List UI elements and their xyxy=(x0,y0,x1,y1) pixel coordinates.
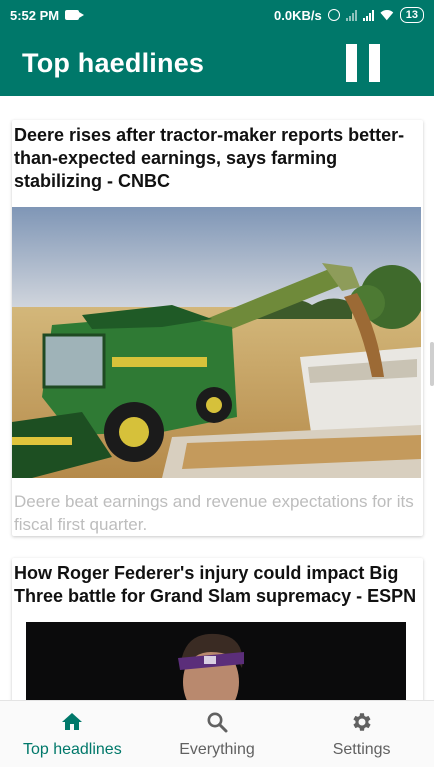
nav-item-top-headlines[interactable]: Top headlines xyxy=(2,710,142,759)
article-title: Deere rises after tractor-maker reports … xyxy=(14,125,405,191)
search-icon xyxy=(207,712,228,732)
status-right: 0.0KB/s 13 xyxy=(274,7,424,23)
nav-label: Everything xyxy=(179,740,255,758)
article-description: Deere beat earnings and revenue expectat… xyxy=(14,492,414,534)
signal-icon-sim2 xyxy=(362,9,374,21)
article-card[interactable]: How Roger Federer's injury could impact … xyxy=(12,558,423,700)
status-left: 5:52 PM xyxy=(10,7,85,23)
nav-label: Top headlines xyxy=(22,740,122,758)
alarm-icon xyxy=(327,9,340,21)
signal-icon-sim1 xyxy=(345,9,357,21)
bottom-navigation: Top headlines Everything Settings xyxy=(0,700,434,767)
nav-item-everything[interactable]: Everything xyxy=(147,710,287,759)
article-card[interactable]: Deere rises after tractor-maker reports … xyxy=(12,120,423,536)
tennis-player-photo xyxy=(26,622,406,700)
network-speed: 0.0KB/s xyxy=(274,7,322,23)
app-bar: Top haedlines xyxy=(0,30,434,96)
article-list[interactable]: Deere rises after tractor-maker reports … xyxy=(0,96,434,700)
nav-label: Settings xyxy=(332,740,391,758)
pause-icon[interactable] xyxy=(346,44,380,82)
gear-icon xyxy=(353,712,371,731)
status-bar: 5:52 PM 0.0KB/s 13 xyxy=(0,0,434,30)
battery-icon: 13 xyxy=(399,7,424,23)
tractor-harvester-photo xyxy=(12,207,421,478)
video-camera-icon xyxy=(65,10,85,20)
page-title: Top haedlines xyxy=(22,47,205,78)
scrollbar[interactable] xyxy=(430,342,434,386)
home-icon xyxy=(62,712,83,730)
battery-level: 13 xyxy=(405,9,418,21)
wifi-icon xyxy=(380,10,394,21)
nav-item-settings[interactable]: Settings xyxy=(292,710,432,759)
article-title: How Roger Federer's injury could impact … xyxy=(14,563,417,606)
status-time: 5:52 PM xyxy=(10,7,60,23)
